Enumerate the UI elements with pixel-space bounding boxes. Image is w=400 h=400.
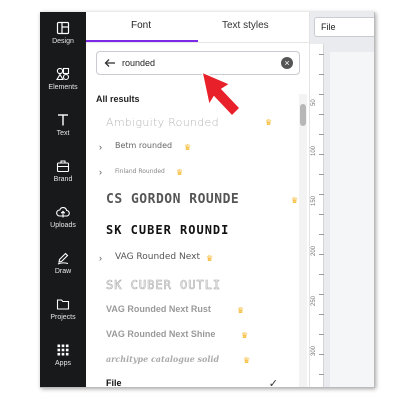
font-row[interactable]: SK CUBER OUTLI (86, 274, 298, 298)
section-title: All results (96, 94, 140, 104)
font-name: Ambiguity Rounded (106, 116, 219, 129)
app-window: Design Elements Text Brand Uploads Draw … (40, 12, 375, 388)
crown-icon: ♛ (241, 331, 249, 340)
font-name: SK CUBER ROUNDI (106, 223, 230, 237)
crown-icon: ♛ (184, 143, 192, 152)
font-row[interactable]: › VAG Rounded Next ♛ (86, 248, 298, 270)
font-row[interactable]: VAG Rounded Next Rust ♛ (86, 300, 298, 322)
crown-icon: ♛ (206, 254, 214, 263)
font-row[interactable]: SK CUBER ROUNDI (86, 219, 298, 245)
side-rail: Design Elements Text Brand Uploads Draw … (40, 12, 86, 387)
font-name: CS GORDON ROUNDE (106, 192, 240, 207)
font-name: VAG Rounded Next Rust (106, 304, 211, 314)
rail-item-elements[interactable]: Elements (40, 62, 86, 106)
search-query[interactable]: rounded (122, 58, 155, 68)
font-dropdown[interactable]: File (314, 17, 374, 37)
rail-label: Draw (54, 268, 72, 275)
clear-search-icon[interactable]: × (281, 57, 293, 69)
rail-item-text[interactable]: Text (40, 108, 86, 152)
font-row[interactable]: › Finland Rounded ♛ (86, 162, 298, 184)
font-row-selected[interactable]: File ✓ (86, 374, 298, 388)
rail-label: Elements (48, 84, 78, 91)
ruler-label: 50 (311, 99, 317, 106)
font-row[interactable]: Ambiguity Rounded ♛ (86, 112, 298, 134)
rail-item-design[interactable]: Design (40, 16, 86, 60)
layout-icon (56, 21, 70, 35)
font-row[interactable]: CS GORDON ROUNDE ♛ (86, 188, 298, 214)
ruler-label: 300 (311, 345, 317, 356)
font-results-list: Ambiguity Rounded ♛ › Betm rounded ♛ › F… (86, 108, 298, 388)
crown-icon: ♛ (265, 118, 273, 127)
text-icon (58, 114, 68, 126)
pen-icon (57, 252, 69, 265)
cloud-upload-icon (56, 207, 70, 218)
rail-item-apps[interactable]: Apps (40, 338, 86, 382)
font-name: architype catalogue solid (106, 354, 220, 364)
font-name: Betm rounded (115, 141, 173, 150)
rail-label: Projects (50, 314, 76, 321)
rail-label: Brand (53, 176, 73, 183)
font-row[interactable]: architype catalogue solid ♛ (86, 350, 298, 372)
rail-label: Apps (55, 360, 71, 367)
rail-label: Design (52, 38, 74, 45)
rail-item-uploads[interactable]: Uploads (40, 200, 86, 244)
ruler-label: 150 (311, 195, 317, 206)
rail-item-draw[interactable]: Draw (40, 246, 86, 290)
chevron-right-icon[interactable]: › (99, 253, 102, 263)
vertical-ruler: 50 100 150 200 250 300 (310, 44, 324, 387)
panel-tabs: Font Text styles (86, 12, 310, 43)
scrollbar-thumb[interactable] (300, 104, 306, 126)
font-name: Finland Rounded (115, 168, 165, 175)
chevron-right-icon[interactable]: › (99, 142, 102, 152)
ruler-label: 100 (311, 145, 317, 156)
font-name: SK CUBER OUTLI (106, 278, 222, 293)
tab-font[interactable]: Font (131, 20, 151, 31)
tab-text-styles[interactable]: Text styles (222, 20, 269, 31)
font-name: File (106, 378, 122, 388)
rail-item-projects[interactable]: Projects (40, 292, 86, 336)
rail-label: Uploads (50, 222, 76, 229)
crown-icon: ♛ (291, 196, 299, 205)
font-panel: Font Text styles rounded × All results A… (86, 12, 310, 388)
editor-area: File 50 100 150 200 250 300 (310, 12, 374, 387)
ruler-label: 250 (311, 295, 317, 306)
design-canvas[interactable] (330, 52, 374, 387)
ruler-label: 200 (311, 245, 317, 256)
scrollbar[interactable] (299, 94, 307, 387)
grid-icon (57, 344, 69, 356)
font-row[interactable]: › Betm rounded ♛ (86, 137, 298, 159)
tab-divider (86, 42, 310, 43)
folder-icon (56, 299, 70, 310)
rail-item-brand[interactable]: Brand (40, 154, 86, 198)
crown-icon: ♛ (243, 356, 251, 365)
chevron-right-icon[interactable]: › (99, 167, 102, 177)
arrow-left-icon[interactable] (104, 57, 116, 69)
crown-icon: ♛ (237, 306, 245, 315)
crown-icon: ♛ (176, 168, 184, 177)
font-name: VAG Rounded Next Shine (106, 329, 216, 339)
font-row[interactable]: VAG Rounded Next Shine ♛ (86, 325, 298, 347)
font-dropdown-value: File (321, 22, 336, 32)
checkmark-icon: ✓ (268, 378, 278, 388)
font-name: VAG Rounded Next (115, 252, 200, 262)
rail-label: Text (56, 130, 70, 137)
shapes-icon (56, 67, 70, 81)
briefcase-icon (56, 160, 70, 173)
